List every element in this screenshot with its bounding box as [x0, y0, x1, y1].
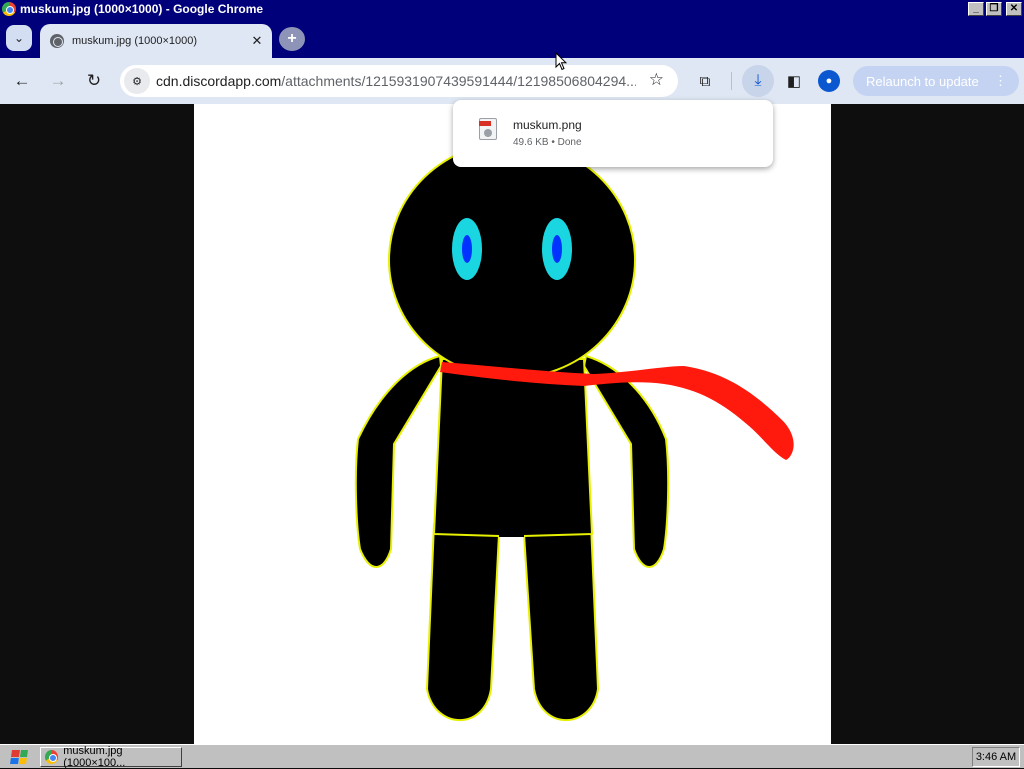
right-arm — [583, 355, 670, 568]
torso — [433, 358, 593, 537]
start-button[interactable] — [2, 747, 36, 767]
tab-title: muskum.jpg (1000×1000) — [72, 35, 198, 47]
side-panel-icon[interactable]: ◧ — [781, 68, 807, 94]
address-bar[interactable]: ⚙ cdn.discordapp.com/attachments/1215931… — [120, 65, 678, 97]
close-window-button[interactable]: ✕ — [1006, 2, 1022, 16]
taskbar-item-label: muskum.jpg (1000×100... — [63, 745, 126, 769]
right-leg — [523, 523, 599, 722]
chrome-icon — [45, 750, 59, 764]
tab-strip: ⌄ muskum.jpg (1000×1000) ✕ + — [0, 18, 1024, 58]
reload-button[interactable]: ↻ — [81, 68, 107, 94]
relaunch-label: Relaunch to update — [866, 73, 979, 89]
tab-active[interactable]: muskum.jpg (1000×1000) ✕ — [40, 24, 272, 58]
head — [388, 141, 636, 379]
left-arm — [354, 355, 442, 568]
minimize-button[interactable]: _ — [968, 2, 984, 16]
tab-close-button[interactable]: ✕ — [248, 33, 266, 49]
taskbar-clock: 3:46 AM — [972, 747, 1020, 767]
profile-avatar-icon[interactable]: ● — [818, 70, 840, 92]
back-button[interactable]: ← — [9, 68, 35, 94]
crotch — [499, 534, 524, 537]
url-path: /attachments/1215931907439591444/1219850… — [281, 73, 636, 89]
site-info-icon[interactable]: ⚙ — [124, 68, 150, 94]
png-file-icon — [479, 118, 497, 140]
window-titlebar: muskum.jpg (1000×1000) - Google Chrome _… — [0, 0, 1024, 18]
download-icon[interactable]: ⤓ — [742, 65, 774, 97]
browser-toolbar: ← → ↻ ⚙ cdn.discordapp.com/attachments/1… — [0, 58, 1024, 104]
window-title: muskum.jpg (1000×1000) - Google Chrome — [20, 2, 264, 16]
download-file-name[interactable]: muskum.png — [513, 118, 582, 132]
download-file-meta: 49.6 KB • Done — [513, 137, 582, 148]
tab-search-button[interactable]: ⌄ — [6, 25, 32, 51]
taskbar-item-chrome[interactable]: muskum.jpg (1000×100... — [40, 745, 182, 769]
globe-icon — [50, 34, 64, 48]
window-controls: _ ❐ ✕ — [968, 2, 1022, 16]
displayed-image[interactable] — [194, 104, 831, 744]
menu-icon[interactable]: ⋮ — [994, 73, 1007, 89]
right-eye-pupil — [552, 235, 562, 263]
restore-button[interactable]: ❐ — [986, 2, 1002, 16]
page-viewport — [0, 104, 1024, 744]
forward-button[interactable]: → — [45, 68, 71, 94]
left-leg — [426, 523, 500, 722]
chrome-icon — [2, 2, 16, 16]
new-tab-button[interactable]: + — [279, 27, 305, 51]
url-host: cdn.discordapp.com — [156, 73, 282, 89]
bookmark-star-icon[interactable]: ☆ — [649, 70, 664, 90]
windows-start-icon — [10, 750, 28, 764]
mouse-pointer-icon — [555, 52, 567, 71]
url-text[interactable]: cdn.discordapp.com/attachments/121593190… — [156, 73, 636, 89]
extensions-icon[interactable]: ⧉ — [692, 68, 718, 94]
download-bubble: muskum.png 49.6 KB • Done — [453, 100, 773, 167]
stick-figure-drawing — [354, 141, 794, 722]
figure-outline — [354, 141, 670, 722]
relaunch-to-update-button[interactable]: Relaunch to update ⋮ — [853, 66, 1019, 96]
toolbar-divider — [731, 72, 732, 90]
left-eye-pupil — [462, 235, 472, 263]
taskbar: muskum.jpg (1000×100... 3:46 AM — [0, 744, 1024, 769]
